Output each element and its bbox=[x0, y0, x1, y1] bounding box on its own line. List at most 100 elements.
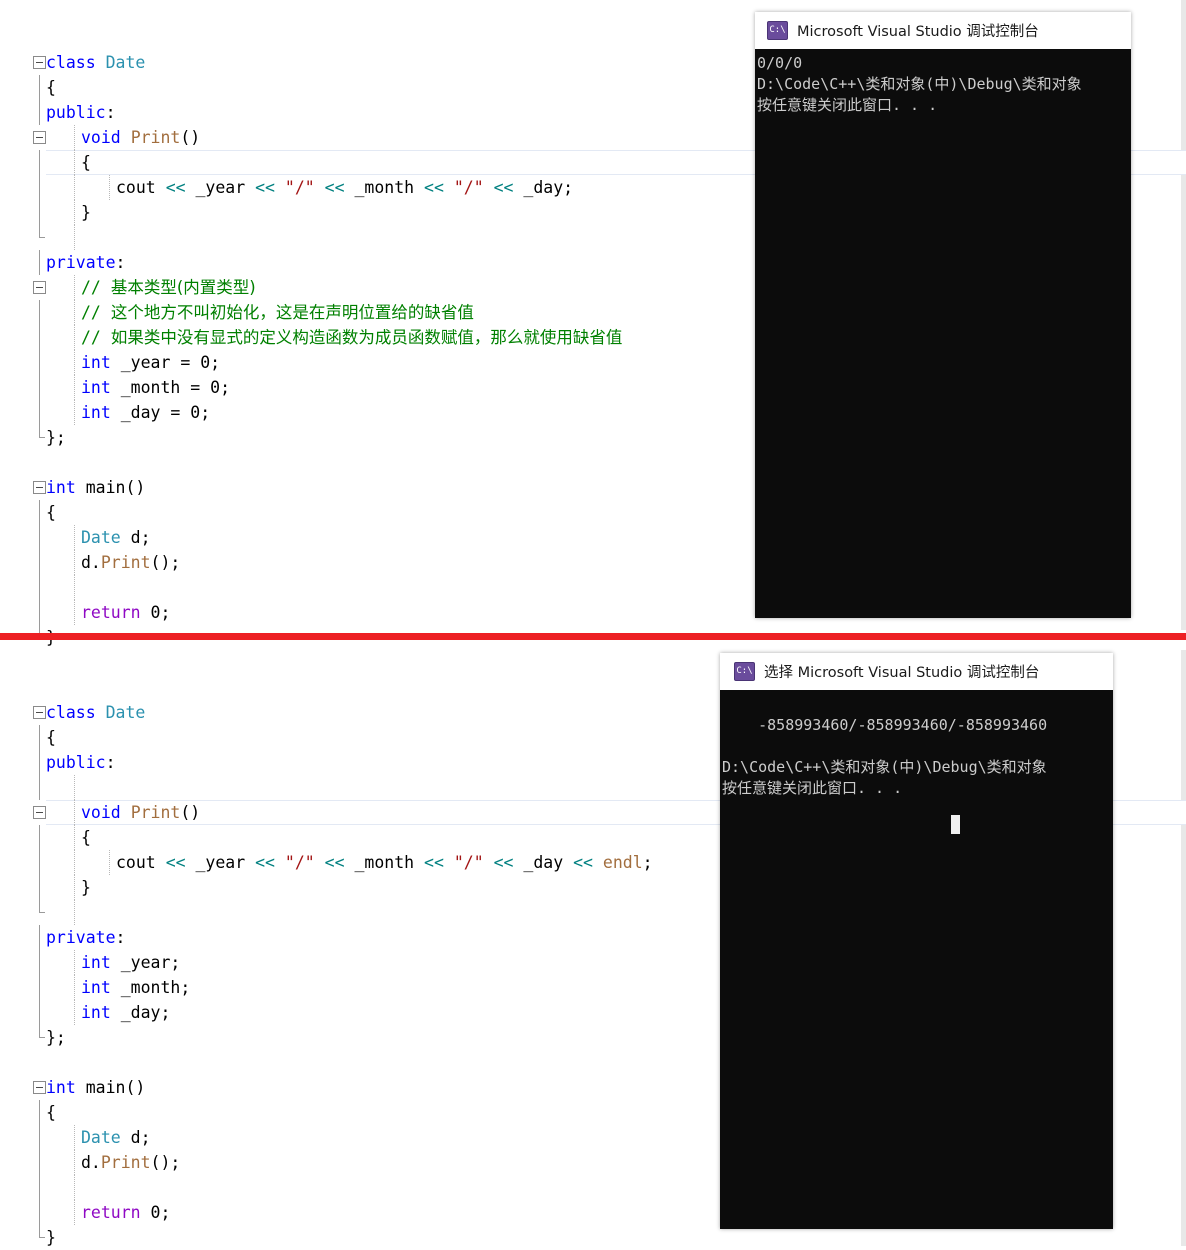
code-token: _month; bbox=[110, 978, 191, 997]
code-text: return 0; bbox=[46, 1203, 170, 1222]
code-token: { bbox=[46, 503, 56, 522]
console-titlebar-before[interactable]: C:\ Microsoft Visual Studio 调试控制台 bbox=[755, 12, 1131, 49]
console-output-after: -858993460/-858993460/-858993460 D:\Code… bbox=[720, 690, 1113, 841]
code-token: public bbox=[46, 103, 106, 122]
outline-bar bbox=[39, 1125, 40, 1150]
collapse-icon[interactable] bbox=[33, 281, 46, 294]
outline-bar bbox=[39, 850, 40, 875]
code-token: () bbox=[125, 1078, 146, 1097]
outline-bar bbox=[39, 150, 40, 175]
code-token: _year; bbox=[110, 953, 181, 972]
code-token: (); bbox=[150, 553, 181, 572]
code-token: 0; bbox=[200, 378, 231, 397]
code-text: void Print() bbox=[46, 803, 200, 822]
outline-bar bbox=[39, 1175, 40, 1200]
indent-guide bbox=[74, 225, 75, 250]
code-text: public: bbox=[46, 103, 116, 122]
code-token: } bbox=[46, 1228, 56, 1247]
code-token: int bbox=[81, 403, 111, 422]
outline-bar bbox=[39, 175, 40, 200]
code-token: = bbox=[170, 403, 181, 422]
code-text: } bbox=[46, 203, 91, 222]
code-text: { bbox=[46, 78, 56, 97]
code-token: "/" bbox=[284, 853, 315, 872]
outline-bar bbox=[39, 375, 40, 400]
console-output-before: 0/0/0 D:\Code\C++\类和对象(中)\Debug\类和对象 按任意… bbox=[757, 54, 1082, 114]
code-text: private: bbox=[46, 253, 125, 272]
code-text: { bbox=[46, 1103, 56, 1122]
code-text: return 0; bbox=[46, 603, 170, 622]
code-token: 0; bbox=[190, 353, 221, 372]
code-token: (); bbox=[150, 1153, 181, 1172]
code-text: }; bbox=[46, 1028, 66, 1047]
code-token: main bbox=[85, 478, 126, 497]
code-token: << bbox=[493, 178, 514, 197]
code-token: << bbox=[493, 853, 514, 872]
code-token: << bbox=[255, 853, 275, 872]
code-text: Date d; bbox=[46, 528, 151, 547]
console-output-text: -858993460/-858993460/-858993460 D:\Code… bbox=[722, 716, 1048, 797]
code-token: }; bbox=[46, 428, 66, 447]
code-token: _day bbox=[513, 853, 574, 872]
code-token: << bbox=[573, 853, 593, 872]
code-token: main bbox=[85, 1078, 126, 1097]
console-window-after[interactable]: C:\ 选择 Microsoft Visual Studio 调试控制台 -85… bbox=[720, 653, 1113, 1229]
code-token: // bbox=[81, 328, 111, 347]
code-token: Print bbox=[100, 553, 151, 572]
code-token: class bbox=[46, 703, 96, 722]
code-token: _month bbox=[344, 178, 425, 197]
collapse-icon[interactable] bbox=[33, 806, 46, 819]
code-token: return bbox=[81, 1203, 141, 1222]
code-token: _month bbox=[344, 853, 425, 872]
collapse-icon[interactable] bbox=[33, 131, 46, 144]
code-token: "/" bbox=[284, 178, 315, 197]
code-text: int main() bbox=[46, 478, 145, 497]
code-text: int main() bbox=[46, 1078, 145, 1097]
code-token: << bbox=[255, 178, 275, 197]
code-text: int _day; bbox=[46, 1003, 170, 1022]
code-text: int _year = 0; bbox=[46, 353, 220, 372]
code-text: d.Print(); bbox=[46, 1153, 180, 1172]
code-token: Print bbox=[130, 128, 181, 147]
code-token: { bbox=[46, 1103, 56, 1122]
console-window-before[interactable]: C:\ Microsoft Visual Studio 调试控制台 0/0/0 … bbox=[755, 12, 1131, 618]
code-token: : bbox=[105, 753, 116, 772]
code-token: _day; bbox=[110, 1003, 171, 1022]
code-token: // bbox=[81, 278, 111, 297]
code-token: // bbox=[81, 303, 111, 322]
code-token: d. bbox=[81, 1153, 101, 1172]
code-text: int _month = 0; bbox=[46, 378, 230, 397]
code-token: _day bbox=[110, 403, 171, 422]
outline-bar bbox=[39, 325, 40, 350]
collapse-icon[interactable] bbox=[33, 56, 46, 69]
outline-bar bbox=[39, 875, 40, 900]
code-text: { bbox=[46, 503, 56, 522]
code-token: ; bbox=[642, 853, 653, 872]
outline-bar bbox=[39, 100, 40, 125]
console-titlebar-after[interactable]: C:\ 选择 Microsoft Visual Studio 调试控制台 bbox=[720, 653, 1113, 690]
code-token: 基本类型(内置类型) bbox=[110, 278, 256, 297]
block-cursor bbox=[951, 815, 960, 834]
code-token: _year bbox=[185, 853, 256, 872]
code-text: int _month; bbox=[46, 978, 190, 997]
code-token: Print bbox=[100, 1153, 151, 1172]
code-token: 0; bbox=[180, 403, 211, 422]
collapse-icon[interactable] bbox=[33, 1081, 46, 1094]
code-token: Date bbox=[105, 703, 146, 722]
outline-bar bbox=[39, 975, 40, 1000]
collapse-icon[interactable] bbox=[33, 706, 46, 719]
collapse-icon[interactable] bbox=[33, 481, 46, 494]
outline-bar bbox=[39, 300, 40, 325]
code-token: int bbox=[46, 1078, 76, 1097]
outline-bar bbox=[39, 1100, 40, 1125]
code-token: : bbox=[115, 253, 126, 272]
code-token: << bbox=[424, 178, 444, 197]
